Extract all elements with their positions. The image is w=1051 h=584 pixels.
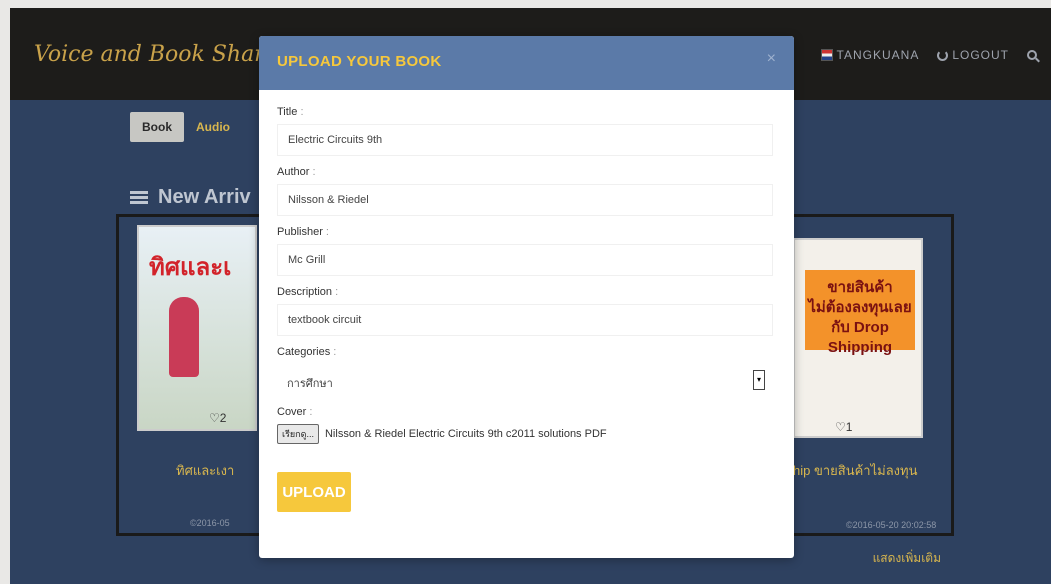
title-field: Title : (277, 106, 776, 156)
like-count[interactable]: ♡2 (209, 411, 226, 425)
section-title: New Arriv (130, 186, 251, 209)
power-icon (937, 49, 949, 61)
card-date-left: ©2016-05 (190, 518, 230, 528)
flag-icon (820, 49, 833, 61)
logout-link[interactable]: LOGOUT (937, 48, 1009, 62)
cover-title: ทิศและเ (149, 254, 232, 281)
publisher-input[interactable] (277, 244, 773, 276)
author-input[interactable] (277, 184, 773, 216)
card-caption-right[interactable]: hip ขายสินค้าไม่ลงทุน (793, 460, 917, 481)
like-count[interactable]: ♡1 (835, 420, 852, 434)
list-icon (130, 190, 148, 205)
categories-select[interactable]: การศึกษา ▾ (277, 364, 773, 396)
cover-figure (169, 297, 199, 377)
tab-audio[interactable]: Audio (184, 112, 242, 142)
cover-file-picker: เรียกดู... Nilsson & Riedel Electric Cir… (277, 424, 776, 444)
categories-value: การศึกษา (287, 378, 333, 390)
selected-file-name: Nilsson & Riedel Electric Circuits 9th c… (324, 428, 607, 440)
categories-label: Categories : (277, 346, 337, 358)
modal-title: UPLOAD YOUR BOOK (277, 53, 442, 70)
search-icon (1027, 50, 1037, 60)
dropdown-arrow-icon[interactable]: ▾ (753, 370, 765, 390)
description-input[interactable] (277, 304, 773, 336)
upload-modal: UPLOAD YOUR BOOK × Title : Author : Publ… (259, 36, 794, 558)
modal-header: UPLOAD YOUR BOOK × (259, 36, 794, 90)
categories-field: Categories : การศึกษา ▾ (277, 346, 776, 396)
cover-banner: ขายสินค้า ไม่ต้องลงทุนเลย กับ Drop Shipp… (805, 270, 915, 356)
card-date-right: ©2016-05-20 20:02:58 (846, 520, 937, 530)
user-name: TANGKUANA (836, 48, 920, 62)
cover-label: Cover : (277, 406, 313, 418)
modal-body: Title : Author : Publisher : Description… (259, 90, 794, 512)
browse-button[interactable]: เรียกดู... (277, 424, 319, 444)
book-cover-left[interactable]: ทิศและเ ♡2 (137, 225, 257, 431)
upload-button[interactable]: UPLOAD (277, 472, 351, 512)
description-field: Description : (277, 286, 776, 336)
show-more-link[interactable]: แสดงเพิ่มเติม (873, 549, 941, 568)
publisher-field: Publisher : (277, 226, 776, 276)
publisher-label: Publisher : (277, 226, 329, 238)
user-menu[interactable]: TANGKUANA (820, 48, 920, 62)
content-tabs: Book Audio (130, 112, 242, 142)
title-input[interactable] (277, 124, 773, 156)
card-caption-left[interactable]: ทิศและเงา (176, 460, 234, 481)
top-nav: TANGKUANA LOGOUT (820, 48, 1037, 62)
author-field: Author : (277, 166, 776, 216)
close-icon[interactable]: × (767, 50, 776, 68)
author-label: Author : (277, 166, 316, 178)
cover-field: Cover : เรียกดู... Nilsson & Riedel Elec… (277, 406, 776, 444)
section-title-text: New Arriv (158, 186, 251, 208)
tab-book[interactable]: Book (130, 112, 184, 142)
description-label: Description : (277, 286, 339, 298)
logout-label: LOGOUT (952, 48, 1009, 62)
search-button[interactable] (1027, 50, 1037, 60)
title-label: Title : (277, 106, 304, 118)
book-cover-right[interactable]: ขายสินค้า ไม่ต้องลงทุนเลย กับ Drop Shipp… (793, 238, 923, 438)
